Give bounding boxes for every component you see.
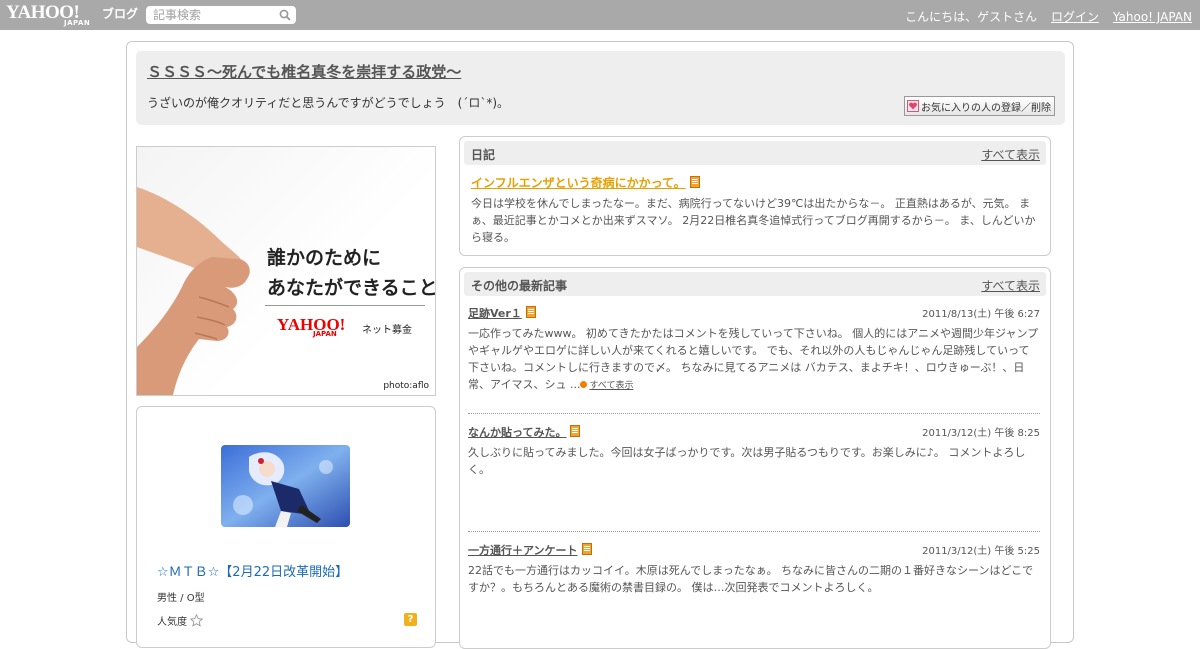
profile-popularity: 人気度 [157, 613, 203, 628]
document-icon [525, 306, 536, 318]
ad-headline-2: あなたができること [267, 277, 436, 299]
article-title-text: 足跡Ver１ [468, 307, 522, 320]
ad-yahoo-logo-sub: JAPAN [313, 330, 337, 338]
article-separator [468, 413, 1040, 414]
article-title-text: なんか貼ってみた。 [468, 426, 567, 439]
blog-description: うざいのが俺クオリティだと思うんですがどうでしょう (´ロ`*)。 [147, 96, 510, 110]
blog-header: ＳＳＳＳ～死んでも椎名真冬を崇拝する政党～ うざいのが俺クオリティだと思うんです… [136, 51, 1065, 125]
profile-name[interactable]: ☆ＭＴＢ☆【2月22日改革開始】 [157, 561, 348, 580]
blog-frame: ＳＳＳＳ～死んでも椎名真冬を崇拝する政党～ うざいのが俺クオリティだと思うんです… [126, 41, 1074, 649]
profile-sex-blood: 男性 / O型 [157, 593, 205, 604]
help-icon[interactable]: ? [404, 613, 417, 626]
yahoo-blog-logo[interactable]: YAHOO! JAPAN ブログ [6, 3, 138, 27]
helping-hands-image [137, 187, 250, 395]
latest-heading: その他の最新記事 [471, 279, 568, 293]
search-icon[interactable] [279, 9, 291, 21]
diary-entry-title[interactable]: インフルエンザという奇病にかかって。 [471, 174, 700, 191]
document-icon [689, 176, 700, 188]
article-title-text: 一方通行＋アンケート [468, 544, 578, 557]
profile-avatar[interactable] [221, 445, 350, 527]
ad-divider [265, 305, 425, 306]
article-title[interactable]: なんか貼ってみた。 [468, 424, 581, 440]
diary-entry-title-text: インフルエンザという奇病にかかって。 [471, 176, 686, 190]
profile-box: ☆ＭＴＢ☆【2月22日改革開始】 男性 / O型 人気度 ? [136, 406, 436, 648]
star-icon [190, 614, 203, 627]
blog-title[interactable]: ＳＳＳＳ～死んでも椎名真冬を崇拝する政党～ [147, 61, 461, 82]
ad-headline-1: 誰かのために [267, 247, 382, 269]
article-title[interactable]: 足跡Ver１ [468, 305, 536, 321]
diary-entry-body: 今日は学校を休んでしまったなー。まだ、病院行ってないけど39℃は出たからな－。 … [471, 197, 1036, 244]
article-date: 2011/8/13(土) 午後 6:27 [922, 309, 1040, 320]
search-box [146, 6, 296, 24]
latest-panel-header: その他の最新記事 すべて表示 [464, 272, 1046, 296]
login-link[interactable]: ログイン [1051, 10, 1099, 24]
popularity-label: 人気度 [157, 617, 187, 628]
article-date: 2011/3/12(土) 午後 8:25 [922, 428, 1040, 439]
article-date: 2011/3/12(土) 午後 5:25 [922, 546, 1040, 557]
article-title[interactable]: 一方通行＋アンケート [468, 542, 592, 558]
arrow-icon [580, 381, 588, 388]
article-body: 22話でも一方通行はカッコイイ。木原は死んでしまったなぁ。 ちなみに皆さんの二期… [468, 564, 1034, 594]
greeting-text: こんにちは、ゲストさん [905, 10, 1038, 24]
article-body: 久しぶりに貼ってみました。今回は女子ばっかりです。次は男子貼るつもりです。お楽し… [468, 446, 1026, 476]
favorite-register-label: お気に入りの人の登録／削除 [921, 102, 1051, 114]
yahoo-logo-sub: JAPAN [64, 19, 91, 27]
article-read-more-link[interactable]: すべて表示 [589, 381, 633, 391]
yahoo-japan-link[interactable]: Yahoo! JAPAN [1113, 10, 1192, 24]
document-icon [581, 543, 592, 555]
top-nav: こんにちは、ゲストさん ログイン Yahoo! JAPAN [895, 8, 1192, 25]
favorite-register-button[interactable]: お気に入りの人の登録／削除 [904, 96, 1055, 116]
article-body: 一応作ってみたwww。 初めてきたかたはコメントを残していって下さいね。 個人的… [468, 325, 1040, 395]
charity-ad-banner[interactable]: 誰かのために あなたができること YAHOO! JAPAN ネット募金 phot… [136, 146, 436, 396]
top-bar: YAHOO! JAPAN ブログ こんにちは、ゲストさん ログイン Yahoo!… [0, 0, 1200, 30]
ad-photo-credit: photo:aflo [383, 381, 429, 391]
diary-panel-header: 日記 すべて表示 [464, 141, 1046, 165]
document-icon [570, 425, 581, 437]
ad-net-fund: ネット募金 [362, 325, 412, 336]
article-body-text: 一応作ってみたwww。 初めてきたかたはコメントを残していって下さいね。 個人的… [468, 327, 1039, 391]
article-separator [468, 531, 1040, 532]
blog-logo-text: ブログ [102, 7, 139, 21]
latest-articles-panel: その他の最新記事 すべて表示 足跡Ver１ 2011/8/13(土) 午後 6:… [459, 267, 1051, 649]
heart-icon [907, 100, 919, 112]
diary-heading: 日記 [471, 148, 496, 162]
diary-panel: 日記 すべて表示 インフルエンザという奇病にかかって。 今日は学校を休んでしまっ… [459, 136, 1051, 256]
diary-view-all-link[interactable]: すべて表示 [981, 146, 1040, 163]
latest-view-all-link[interactable]: すべて表示 [981, 277, 1040, 294]
search-input[interactable] [146, 6, 273, 24]
